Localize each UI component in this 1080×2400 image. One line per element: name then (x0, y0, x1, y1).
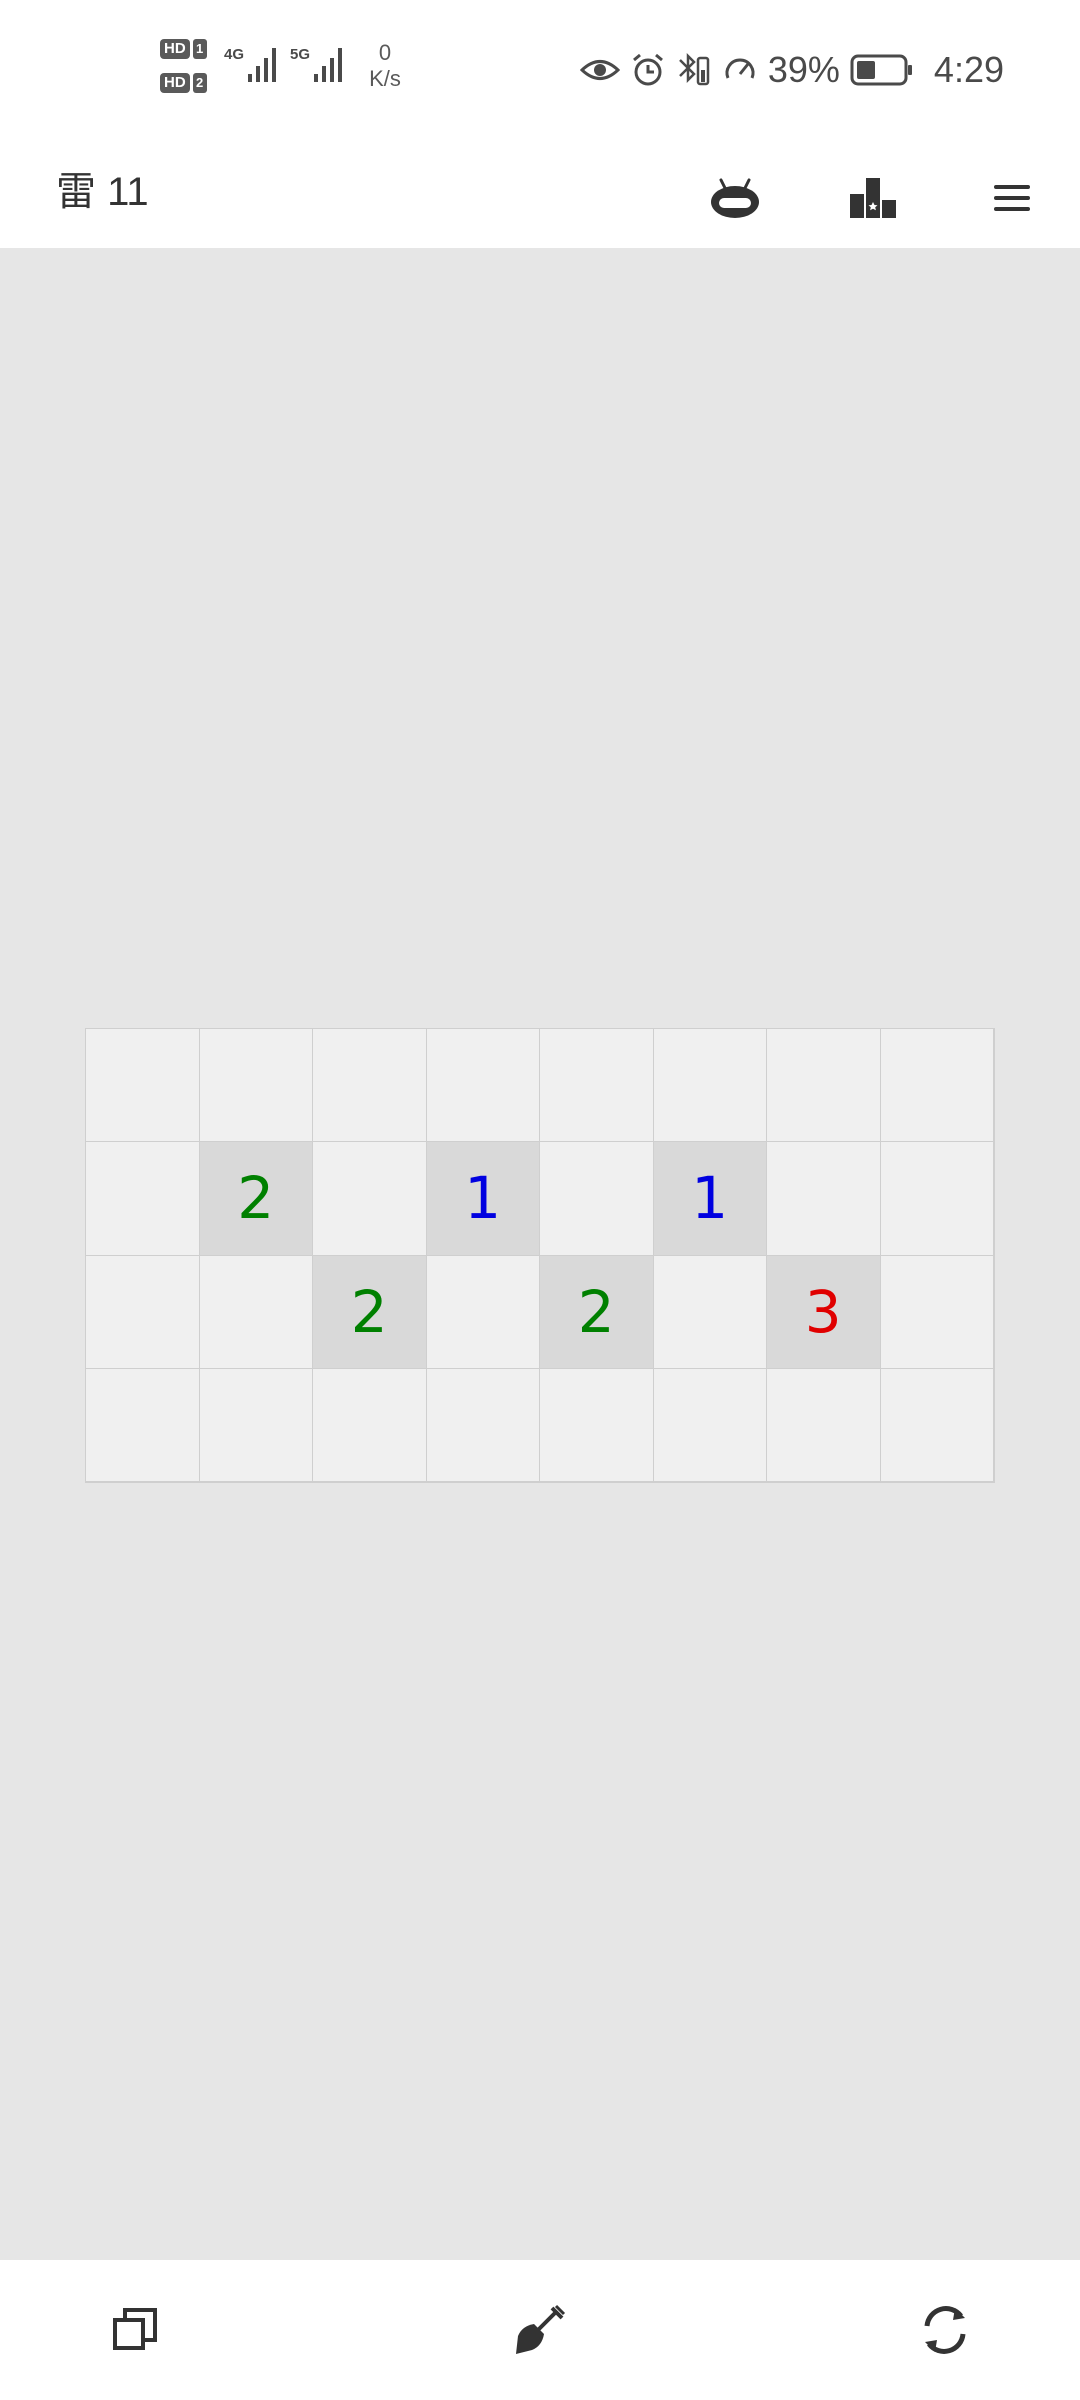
clock: 4:29 (933, 49, 1004, 90)
battery-icon (850, 54, 912, 86)
bottom-bar (0, 2260, 1080, 2400)
signal-bars-icon (248, 48, 276, 82)
copy-icon (113, 2308, 157, 2350)
board-cell-hidden[interactable] (767, 1368, 881, 1482)
board-area: 211223 (0, 248, 1080, 2260)
restart-icon (924, 2306, 966, 2354)
board-cell-hidden[interactable] (540, 1142, 654, 1256)
board-cell-hidden[interactable] (86, 1255, 200, 1369)
board-cell-hidden[interactable] (199, 1029, 313, 1143)
restart-button[interactable] (905, 2290, 985, 2370)
robot-button[interactable] (695, 158, 775, 238)
sim2-indicator: HD 2 (160, 72, 216, 94)
alarm-icon (632, 53, 663, 86)
leaderboard-button[interactable] (833, 158, 913, 238)
board-cell-hidden[interactable] (426, 1368, 540, 1482)
board-cell-revealed: 2 (199, 1142, 313, 1256)
board-cell-hidden[interactable] (540, 1029, 654, 1143)
board-cell-hidden[interactable] (86, 1368, 200, 1482)
board-cell-revealed: 2 (313, 1255, 427, 1369)
signal-bars-icon (314, 48, 342, 82)
bluetooth-icon (678, 52, 710, 86)
board-cell-hidden[interactable] (653, 1368, 767, 1482)
board-cell-hidden[interactable] (313, 1142, 427, 1256)
board-cell-revealed: 1 (653, 1142, 767, 1256)
leaderboard-icon (850, 178, 896, 218)
board-cell-hidden[interactable] (199, 1255, 313, 1369)
board-cell-hidden[interactable] (313, 1029, 427, 1143)
menu-icon (994, 185, 1030, 211)
robot-icon (711, 178, 759, 218)
board-cell-hidden[interactable] (880, 1368, 994, 1482)
sim1-hd-label: HD (160, 39, 190, 59)
board-cell-hidden[interactable] (199, 1368, 313, 1482)
dig-button[interactable] (500, 2290, 580, 2370)
board-cell-hidden[interactable] (880, 1142, 994, 1256)
board-cell-hidden[interactable] (767, 1142, 881, 1256)
status-right-group: 39% 4:29 (579, 44, 1004, 96)
battery-percent: 39% (767, 49, 840, 90)
board-cell-hidden[interactable] (653, 1029, 767, 1143)
shovel-icon (516, 2304, 566, 2354)
board-cell-hidden[interactable] (767, 1029, 881, 1143)
board-cell-hidden[interactable] (426, 1029, 540, 1143)
speed-unit: K/s (369, 66, 401, 91)
eye-icon (579, 60, 620, 80)
mine-counter: 雷 11 (56, 170, 149, 214)
board-cell-hidden[interactable] (540, 1368, 654, 1482)
network-type-1: 4G (224, 46, 245, 63)
sim2-number: 2 (192, 73, 207, 93)
board-cell-hidden[interactable] (86, 1142, 200, 1256)
network-speed: 0 K/s (360, 40, 410, 92)
sim1-number: 1 (192, 39, 207, 59)
copy-button[interactable] (95, 2290, 175, 2370)
sim-indicators: HD 1 HD 2 (160, 36, 216, 100)
board-cell-hidden[interactable] (426, 1255, 540, 1369)
app-toolbar: 雷 11 (0, 138, 1080, 248)
sim2-hd-label: HD (160, 73, 190, 93)
board-cell-revealed: 3 (767, 1255, 881, 1369)
board-cell-hidden[interactable] (313, 1368, 427, 1482)
board-cell-hidden[interactable] (653, 1255, 767, 1369)
board-cell-hidden[interactable] (86, 1029, 200, 1143)
status-bar: HD 1 HD 2 4G 5G 0 K/s 39% 4:29 (0, 0, 1080, 138)
speed-value: 0 (378, 40, 392, 65)
sim1-indicator: HD 1 (160, 38, 216, 60)
board-cell-revealed: 2 (540, 1255, 654, 1369)
menu-button[interactable] (972, 158, 1052, 238)
speedometer-icon (725, 58, 755, 79)
network-type-2: 5G (290, 46, 311, 63)
board-cell-revealed: 1 (426, 1142, 540, 1256)
board-cell-hidden[interactable] (880, 1255, 994, 1369)
minesweeper-board: 211223 (85, 1028, 995, 1483)
board-cell-hidden[interactable] (880, 1029, 994, 1143)
